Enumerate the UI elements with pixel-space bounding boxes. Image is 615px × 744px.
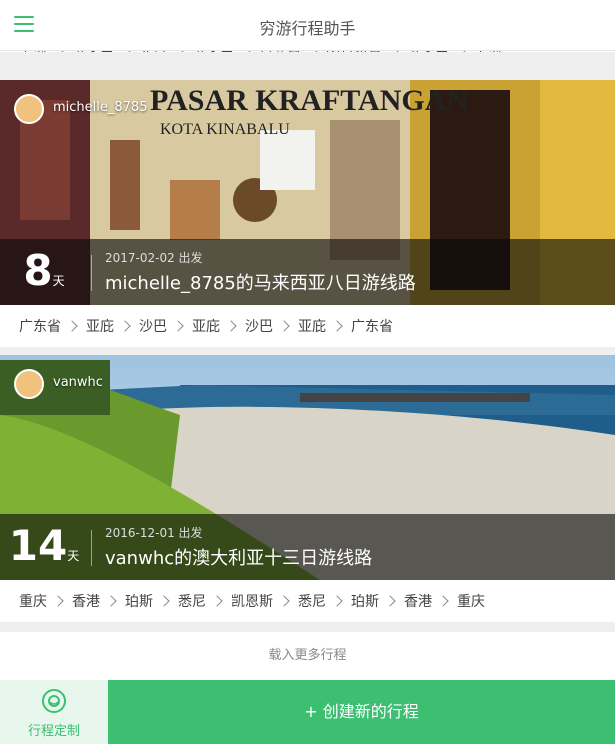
chevron-right-icon (437, 595, 449, 607)
chevron-right-icon (278, 320, 290, 332)
route-stop: 悉尼 (178, 594, 206, 610)
chevron-right-icon (172, 320, 184, 332)
route-stop: 凯恩斯 (231, 594, 273, 610)
smiley-icon (42, 689, 66, 713)
trip-info-overlay: 14天 2016-12-01 出发 vanwhc的澳大利亚十三日游线路 (0, 514, 615, 580)
days-number: 14 (8, 521, 68, 570)
route-stop: 亚庇 (298, 319, 326, 335)
trip-days: 14天 (0, 522, 88, 570)
avatar[interactable] (14, 369, 44, 399)
divider (91, 530, 92, 566)
chevron-right-icon (211, 595, 223, 607)
route-stop: 沙巴 (139, 319, 167, 335)
photo-sign-line-2: KOTA KINABALU (160, 121, 290, 138)
trip-info-overlay: 8天 2017-02-02 出发 michelle_8785的马来西亚八日游线路 (0, 239, 615, 305)
chevron-right-icon (384, 595, 396, 607)
route-stop: 香港 (72, 594, 100, 610)
trip-card[interactable]: vanwhc 14天 2016-12-01 出发 vanwhc的澳大利亚十三日游… (0, 355, 615, 580)
days-unit: 天 (52, 274, 65, 288)
custom-itinerary-button[interactable]: 行程定制 (0, 680, 108, 744)
route-stop: 广东省 (351, 319, 393, 335)
route-stop: 重庆 (457, 594, 485, 610)
create-trip-button[interactable]: + 创建新的行程 (108, 680, 615, 744)
chevron-right-icon (105, 595, 117, 607)
divider (91, 255, 92, 291)
route-stop: 珀斯 (351, 594, 379, 610)
route-stop: 沙巴 (245, 319, 273, 335)
chevron-right-icon (278, 595, 290, 607)
chevron-right-icon (158, 595, 170, 607)
custom-itinerary-label: 行程定制 (27, 724, 80, 739)
avatar[interactable] (14, 94, 44, 124)
departure-date: 2017-02-02 出发 (105, 251, 203, 265)
photo-sign-line-1: PASAR KRAFTANGAN (150, 84, 468, 117)
trip-route: 广东省 亚庇 沙巴 亚庇 沙巴 亚庇 广东省 (0, 305, 615, 347)
app-header: 穷游行程助手 (0, 0, 615, 51)
days-number: 8 (23, 246, 53, 295)
route-stop: 悉尼 (298, 594, 326, 610)
trip-days: 8天 (0, 247, 88, 295)
route-stop: 亚庇 (86, 319, 114, 335)
trip-title[interactable]: vanwhc的澳大利亚十三日游线路 (105, 544, 372, 570)
route-stop: 广东省 (19, 319, 61, 335)
route-stop: 珀斯 (125, 594, 153, 610)
trip-route: 重庆 香港 珀斯 悉尼 凯恩斯 悉尼 珀斯 香港 重庆 (0, 580, 615, 622)
chevron-right-icon (331, 595, 343, 607)
chevron-right-icon (66, 320, 78, 332)
page-title: 穷游行程助手 (259, 19, 356, 38)
chevron-right-icon (119, 320, 131, 332)
trip-title[interactable]: michelle_8785的马来西亚八日游线路 (105, 269, 416, 295)
username[interactable]: vanwhc (53, 375, 103, 390)
departure-date: 2016-12-01 出发 (105, 526, 203, 540)
trip-card[interactable]: PASAR KRAFTANGAN KOTA KINABALU michelle_… (0, 80, 615, 305)
days-unit: 天 (67, 549, 80, 563)
chevron-right-icon (331, 320, 343, 332)
route-stop: 重庆 (19, 594, 47, 610)
chevron-right-icon (225, 320, 237, 332)
route-stop: 香港 (404, 594, 432, 610)
load-more-button[interactable]: 载入更多行程 (0, 632, 615, 680)
chevron-right-icon (52, 595, 64, 607)
username[interactable]: michelle_8785 (53, 100, 147, 115)
route-stop: 亚庇 (192, 319, 220, 335)
